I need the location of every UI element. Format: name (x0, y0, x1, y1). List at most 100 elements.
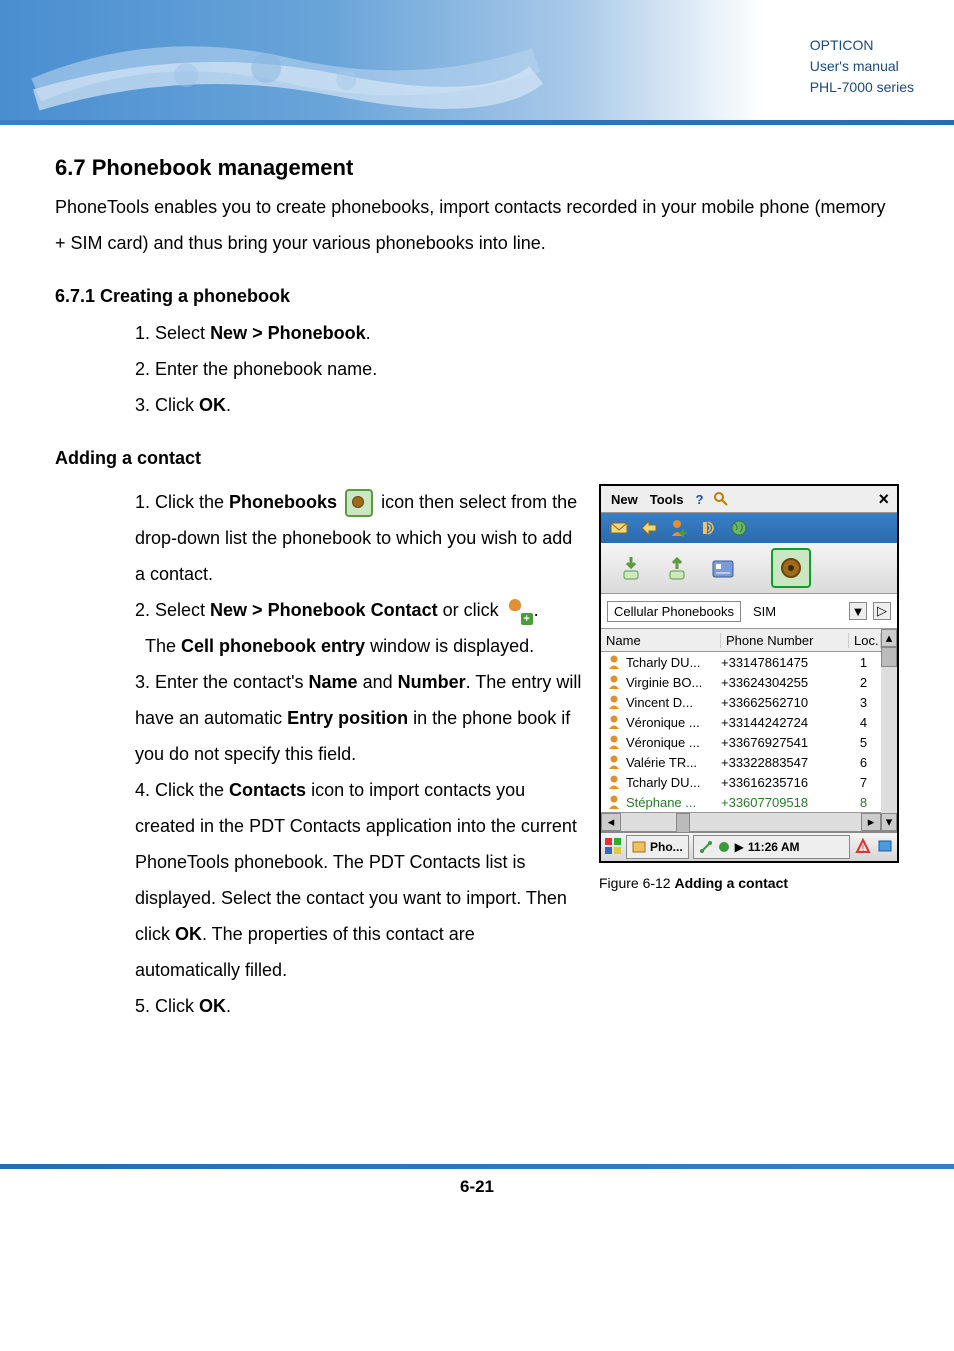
contact-phone: +33616235716 (721, 775, 851, 790)
magnifier-icon[interactable] (713, 491, 729, 507)
contact-name: Véronique ... (626, 735, 721, 750)
contact-loc: 7 (851, 775, 876, 790)
contact-icon (606, 674, 622, 690)
tray-icon-1[interactable]: ! (854, 837, 872, 858)
contact-name: Tcharly DU... (626, 775, 721, 790)
contact-icon (606, 714, 622, 730)
contact-loc: 2 (851, 675, 876, 690)
scroll-right-icon[interactable]: ▸ (861, 813, 881, 831)
add-step-1: 1. Click the Phonebooks icon then select… (135, 484, 584, 592)
contact-icon (606, 794, 622, 810)
contact-icon (606, 754, 622, 770)
add-step-3: 3. Enter the contact's Name and Number. … (135, 664, 584, 772)
phonebook-select-current[interactable]: Cellular Phonebooks (607, 601, 741, 622)
contact-icon (606, 654, 622, 670)
vertical-scrollbar[interactable]: ▴ ▾ (881, 629, 897, 831)
taskbar: Pho... ▶ 11:26 AM ! (601, 831, 897, 861)
contact-loc: 6 (851, 755, 876, 770)
contact-loc: 4 (851, 715, 876, 730)
scroll-left-icon[interactable]: ◂ (601, 813, 621, 831)
contact-name: Véronique ... (626, 715, 721, 730)
connection-icon (699, 840, 713, 854)
horizontal-scrollbar[interactable]: ◂ ▸ (601, 812, 881, 831)
add-step-2-caption: The Cell phonebook entry window is displ… (145, 628, 584, 664)
table-row[interactable]: Vincent D... +33662562710 3 (601, 692, 881, 712)
contact-phone: +33147861475 (721, 655, 851, 670)
table-row[interactable]: Véronique ... +33144242724 4 (601, 712, 881, 732)
dropdown-chevron-icon[interactable]: ▼ (849, 602, 867, 620)
create-step-1: 1. Select New > Phonebook. (135, 315, 899, 351)
manual-label: User's manual (810, 56, 914, 77)
create-step-2: 2. Enter the phonebook name. (135, 351, 899, 387)
add-contact-icon (507, 599, 531, 623)
phonebook-select-sim[interactable]: SIM (747, 602, 782, 621)
contact-name: Vincent D... (626, 695, 721, 710)
toolbar-globe-icon[interactable] (729, 518, 749, 538)
toolbar-send-icon[interactable] (639, 518, 659, 538)
vscroll-thumb[interactable] (881, 647, 897, 667)
table-header-row: Name Phone Number Loc. (601, 629, 881, 652)
header-meta: OPTICON User's manual PHL-7000 series (810, 35, 914, 98)
section-title: 6.7 Phonebook management (55, 155, 899, 181)
close-button[interactable]: × (874, 489, 893, 510)
create-steps-list: 1. Select New > Phonebook. 2. Enter the … (135, 315, 899, 423)
header-divider (0, 120, 954, 125)
menu-help[interactable]: ? (689, 492, 709, 507)
start-icon[interactable] (604, 837, 622, 858)
contact-name: Tcharly DU... (626, 655, 721, 670)
nav-download-icon[interactable] (613, 550, 649, 586)
contact-phone: +33624304255 (721, 675, 851, 690)
nav-upload-icon[interactable] (659, 550, 695, 586)
contact-loc: 8 (851, 795, 876, 810)
contact-loc: 3 (851, 695, 876, 710)
hscroll-thumb[interactable] (676, 813, 690, 833)
contact-phone: +33144242724 (721, 715, 851, 730)
nav-rolodex-icon[interactable] (705, 550, 741, 586)
contact-loc: 1 (851, 655, 876, 670)
toolbar-signal-icon[interactable] (699, 518, 719, 538)
column-loc[interactable]: Loc. (849, 633, 881, 648)
contact-loc: 5 (851, 735, 876, 750)
scroll-down-icon[interactable]: ▾ (881, 813, 897, 831)
table-row[interactable]: Virginie BO... +33624304255 2 (601, 672, 881, 692)
contact-phone: +33676927541 (721, 735, 851, 750)
table-row[interactable]: Tcharly DU... +33616235716 7 (601, 772, 881, 792)
status-dot-icon (717, 840, 731, 854)
table-row[interactable]: Tcharly DU... +33147861475 1 (601, 652, 881, 672)
taskbar-app-button[interactable]: Pho... (626, 835, 689, 859)
app-screenshot: New Tools ? × (599, 484, 899, 863)
contact-phone: +33607709518 (721, 795, 851, 810)
column-name[interactable]: Name (601, 633, 721, 648)
brand-name: OPTICON (810, 35, 914, 56)
toolbar-add-contact-icon[interactable] (669, 518, 689, 538)
page-header-banner: OPTICON User's manual PHL-7000 series (0, 0, 954, 120)
tray-icon-2[interactable] (876, 837, 894, 858)
scroll-up-icon[interactable]: ▴ (881, 629, 897, 647)
contact-name: Stéphane ... (626, 795, 721, 810)
add-step-2: 2. Select New > Phonebook Contact or cli… (135, 592, 584, 628)
column-phone[interactable]: Phone Number (721, 633, 849, 648)
taskbar-app-icon (632, 840, 646, 854)
menu-new[interactable]: New (605, 492, 644, 507)
menu-tools[interactable]: Tools (644, 492, 690, 507)
svg-text:!: ! (862, 843, 865, 853)
phonebook-selector-row: Cellular Phonebooks SIM ▼ ▷ (601, 594, 897, 629)
table-row[interactable]: Valérie TR... +33322883547 6 (601, 752, 881, 772)
contact-name: Valérie TR... (626, 755, 721, 770)
series-label: PHL-7000 series (810, 77, 914, 98)
contact-icon (606, 694, 622, 710)
dropdown-next-icon[interactable]: ▷ (873, 602, 891, 620)
taskbar-clock-button[interactable]: ▶ 11:26 AM (693, 835, 850, 859)
toolbar-secondary (601, 543, 897, 594)
page-number: 6-21 (0, 1177, 954, 1217)
nav-phonebook-icon-selected[interactable] (771, 548, 811, 588)
table-row[interactable]: Véronique ... +33676927541 5 (601, 732, 881, 752)
subsection-title: 6.7.1 Creating a phonebook (55, 286, 899, 307)
contact-phone: +33322883547 (721, 755, 851, 770)
contacts-table: Name Phone Number Loc. Tcharly DU... +33… (601, 629, 897, 831)
footer-divider (0, 1164, 954, 1169)
section-intro: PhoneTools enables you to create phonebo… (55, 189, 899, 261)
table-row[interactable]: Stéphane ... +33607709518 8 (601, 792, 881, 812)
contact-phone: +33662562710 (721, 695, 851, 710)
toolbar-mail-icon[interactable] (609, 518, 629, 538)
